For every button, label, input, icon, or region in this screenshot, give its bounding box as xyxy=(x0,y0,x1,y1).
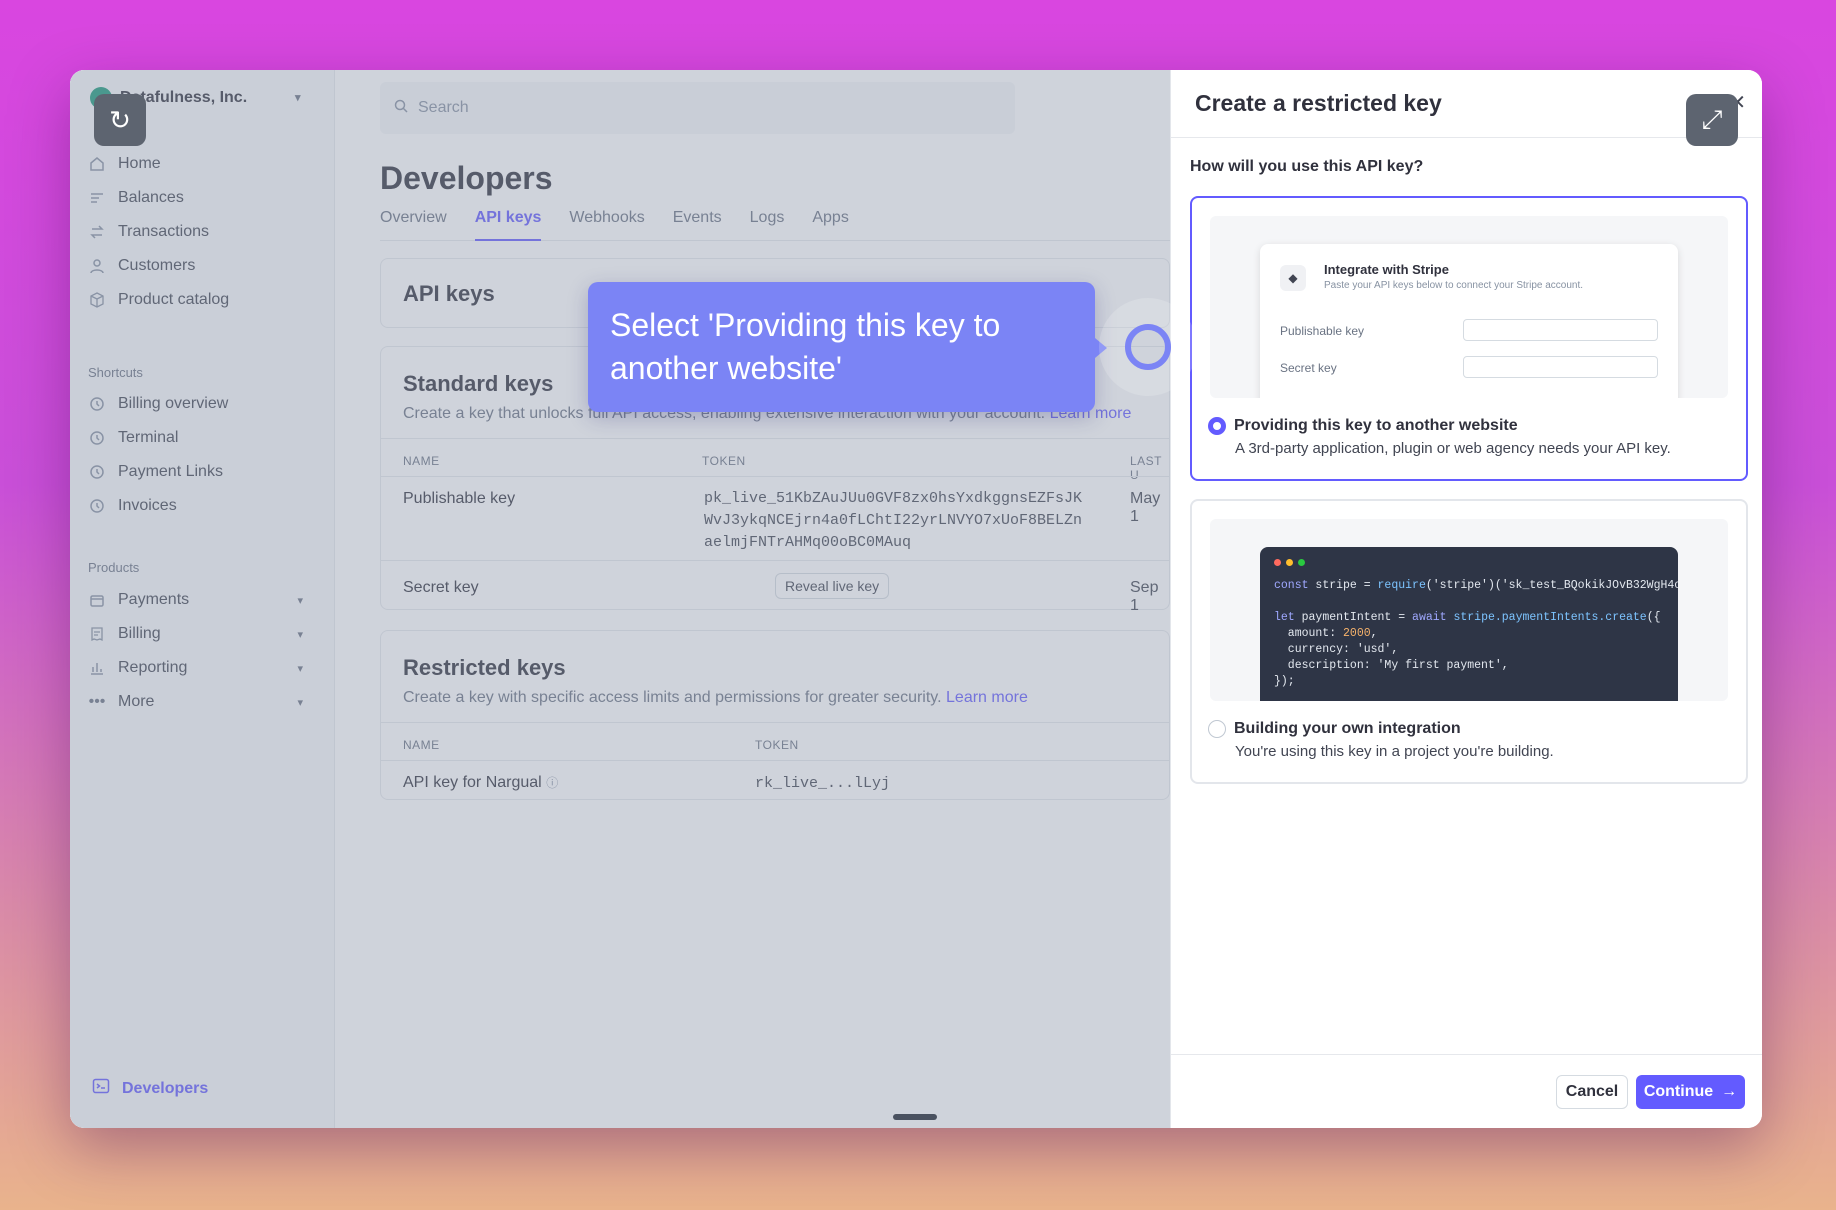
code-token: ({ xyxy=(1646,611,1661,624)
panel-title: Create a restricted key xyxy=(1171,70,1762,138)
code-token: await xyxy=(1412,611,1447,624)
refresh-icon[interactable]: ↻ xyxy=(94,94,146,146)
radio-another-website[interactable]: Providing this key to another website xyxy=(1208,417,1518,435)
preview-subtitle: Paste your API keys below to connect you… xyxy=(1324,280,1584,291)
stripe-box-icon: ◆ xyxy=(1280,265,1306,291)
guide-target-indicator xyxy=(1125,324,1171,370)
option-label: Providing this key to another website xyxy=(1234,417,1518,434)
code-token: const xyxy=(1274,579,1309,592)
option-desc: You're using this key in a project you'r… xyxy=(1235,743,1554,760)
radio-own-integration[interactable]: Building your own integration xyxy=(1208,720,1461,738)
preview-field-label: Secret key xyxy=(1280,361,1337,375)
guide-tooltip: Select 'Providing this key to another we… xyxy=(588,282,1107,412)
code-token: currency: 'usd', xyxy=(1274,643,1399,656)
app-window: Datafulness, Inc. ▾ Home Balances Transa… xyxy=(70,70,1762,1128)
arrow-right-icon: → xyxy=(1721,1083,1738,1100)
code-token: 2000 xyxy=(1343,627,1371,640)
code-token: description: 'My first payment', xyxy=(1274,659,1509,672)
code-token: ('stripe')('sk_test_BQokikJOvB32WgH4ol xyxy=(1425,579,1678,592)
radio-unselected[interactable] xyxy=(1208,720,1226,738)
code-token: require xyxy=(1377,579,1426,592)
code-token: amount: xyxy=(1274,627,1344,640)
option-own-integration[interactable]: const stripe = require('stripe')('sk_tes… xyxy=(1190,499,1748,784)
radio-selected[interactable] xyxy=(1208,417,1226,435)
option-desc: A 3rd-party application, plugin or web a… xyxy=(1235,440,1671,457)
panel-footer: Cancel Continue → xyxy=(1171,1054,1762,1128)
code-token: stripe = xyxy=(1308,579,1378,592)
code-snippet: const stripe = require('stripe')('sk_tes… xyxy=(1260,547,1678,701)
option-another-website[interactable]: ◆ Integrate with Stripe Paste your API k… xyxy=(1190,196,1748,481)
preview-field xyxy=(1463,356,1658,378)
code-token: stripe.paymentIntents.create xyxy=(1446,611,1647,624)
option-label: Building your own integration xyxy=(1234,720,1461,737)
continue-label: Continue xyxy=(1643,1083,1714,1100)
code-token: let xyxy=(1274,611,1295,624)
dashboard: Datafulness, Inc. ▾ Home Balances Transa… xyxy=(70,70,1170,1128)
preview-field xyxy=(1463,319,1658,341)
cancel-button[interactable]: Cancel xyxy=(1556,1075,1628,1109)
code-token: }); xyxy=(1274,675,1295,688)
code-preview: const stripe = require('stripe')('sk_tes… xyxy=(1210,519,1728,701)
create-restricted-key-panel: Create a restricted key ✕ How will you u… xyxy=(1170,70,1762,1128)
code-token: , xyxy=(1370,627,1378,640)
resize-handle[interactable] xyxy=(893,1114,937,1120)
preview-title: Integrate with Stripe xyxy=(1324,262,1449,277)
code-token: paymentIntent = xyxy=(1294,611,1413,624)
modal-backdrop[interactable] xyxy=(70,70,1170,1128)
preview-field-label: Publishable key xyxy=(1280,324,1365,338)
usage-question: How will you use this API key? xyxy=(1190,158,1424,175)
integration-preview: ◆ Integrate with Stripe Paste your API k… xyxy=(1210,216,1728,398)
expand-icon[interactable]: ⤢ xyxy=(1686,94,1738,146)
continue-button[interactable]: Continue → xyxy=(1636,1075,1745,1109)
integration-mock: ◆ Integrate with Stripe Paste your API k… xyxy=(1260,244,1678,398)
